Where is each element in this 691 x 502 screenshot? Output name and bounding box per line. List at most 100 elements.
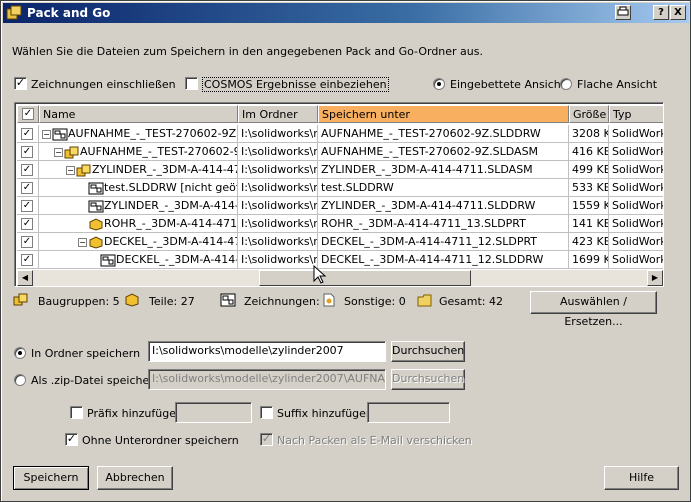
scroll-right-icon[interactable]: ▶ xyxy=(647,270,663,286)
file-list-grid[interactable]: ✓ Name Im Ordner Speichern unter Größe T… xyxy=(14,102,664,287)
row-checkbox[interactable]: ✓ xyxy=(21,218,33,230)
scroll-thumb[interactable] xyxy=(259,270,471,286)
row-type: SolidWorks xyxy=(612,145,663,158)
row-checkbox[interactable]: ✓ xyxy=(21,164,33,176)
nested-view-radio[interactable] xyxy=(433,78,445,90)
intro-text: Wählen Sie die Dateien zum Speichern in … xyxy=(12,45,483,58)
help-button[interactable]: Hilfe xyxy=(604,466,679,490)
cancel-button[interactable]: Abbrechen xyxy=(97,466,173,490)
header-type[interactable]: Typ xyxy=(609,105,663,123)
row-name-cell[interactable]: ROHR_-_3DM-A-414-4711_13.SLDPRT xyxy=(39,215,238,233)
flat-view-radio[interactable] xyxy=(560,78,572,90)
row-folder: I:\solidworks\m xyxy=(238,143,318,161)
row-save-as[interactable]: ZYLINDER_-_3DM-A-414-4711.SLDDRW xyxy=(318,197,569,215)
collapse-icon[interactable]: − xyxy=(42,129,51,139)
table-row[interactable]: ✓− AUFNAHME_-_TEST-270602-9Z.SLDDRWI:\sol… xyxy=(17,125,663,143)
row-save-as[interactable]: ZYLINDER_-_3DM-A-414-4711.SLDASM xyxy=(318,161,569,179)
header-select-all[interactable]: ✓ xyxy=(17,105,39,123)
row-name-cell[interactable]: − AUFNAHME_-_TEST-270602-9Z.SLDASM xyxy=(39,143,238,161)
row-save-as[interactable]: DECKEL_-_3DM-A-414-4711_12.SLDPRT xyxy=(318,233,569,251)
table-row[interactable]: ✓ ROHR_-_3DM-A-414-4711_13.SLDPRTI:\solid… xyxy=(17,215,663,233)
row-save-as[interactable]: test.SLDDRW xyxy=(318,179,569,197)
row-name-cell[interactable]: test.SLDDRW [nicht geöffnet] xyxy=(39,179,238,197)
prefix-checkbox[interactable] xyxy=(70,406,83,419)
window-title: Pack and Go xyxy=(27,6,111,20)
row-folder: I:\solidworks\m xyxy=(238,251,318,269)
table-row[interactable]: ✓ DECKEL_-_3DM-A-414-4711_12.SLDDRWI:\sol… xyxy=(17,251,663,269)
row-checkbox[interactable]: ✓ xyxy=(21,128,33,140)
row-size: 3208 K xyxy=(569,125,609,143)
suffix-checkbox[interactable] xyxy=(260,406,273,419)
collapse-icon[interactable]: − xyxy=(54,147,63,157)
row-check-cell: ✓ xyxy=(17,179,39,197)
row-name-cell[interactable]: − ZYLINDER_-_3DM-A-414-4711.SLDASM xyxy=(39,161,238,179)
row-type: SolidWorks xyxy=(612,217,663,230)
browse-zip-button[interactable]: Durchsuchen xyxy=(391,369,465,390)
table-row[interactable]: ✓ − ZYLINDER_-_3DM-A-414-4711.SLDASMI:\sol… xyxy=(17,161,663,179)
save-to-folder-radio[interactable] xyxy=(14,347,26,359)
row-folder: I:\solidworks\m xyxy=(238,215,318,233)
row-size: 141 KB xyxy=(569,215,609,233)
row-folder: I:\solidworks\m xyxy=(238,125,318,143)
row-type: SolidWorks xyxy=(612,163,663,176)
help-title-button[interactable]: ? xyxy=(653,5,669,20)
table-row[interactable]: ✓ − DECKEL_-_3DM-A-414-4711_12.SLDPRTI:\so… xyxy=(17,233,663,251)
row-checkbox[interactable]: ✓ xyxy=(21,200,33,212)
include-cosmos-checkbox[interactable] xyxy=(185,77,198,90)
assembly-icon xyxy=(13,293,28,306)
row-check-cell: ✓ xyxy=(17,143,39,161)
collapse-icon[interactable]: − xyxy=(66,165,75,175)
row-name-cell[interactable]: − DECKEL_-_3DM-A-414-4711_12.SLDPRT xyxy=(39,233,238,251)
table-row[interactable]: ✓ test.SLDDRW [nicht geöffnet]I:\solidwor… xyxy=(17,179,663,197)
row-name-cell[interactable]: ZYLINDER_-_3DM-A-414-4711.SLDDRW xyxy=(39,197,238,215)
horizontal-scrollbar[interactable]: ◀ ▶ xyxy=(17,270,663,286)
mouse-cursor-icon xyxy=(313,265,327,284)
browse-folder-button[interactable]: Durchsuchen xyxy=(391,341,465,362)
row-name-cell[interactable]: DECKEL_-_3DM-A-414-4711_12.SLDDRW xyxy=(39,251,238,269)
header-size[interactable]: Größe xyxy=(569,105,609,123)
save-as-zip-radio[interactable] xyxy=(14,374,26,386)
other-count: Sonstige: 0 xyxy=(344,295,406,308)
table-row[interactable]: ✓ ZYLINDER_-_3DM-A-414-4711.SLDDRWI:\soli… xyxy=(17,197,663,215)
row-save-as[interactable]: ROHR_-_3DM-A-414-4711_13.SLDPRT xyxy=(318,215,569,233)
row-check-cell: ✓ xyxy=(17,161,39,179)
row-save-as[interactable]: DECKEL_-_3DM-A-414-4711_12.SLDDRW xyxy=(318,251,569,269)
row-name: test.SLDDRW [nicht geöffnet] xyxy=(104,181,238,194)
pack-and-go-dialog: Pack and Go ? X Wählen Sie die Dateien z… xyxy=(0,0,691,502)
scroll-left-icon[interactable]: ◀ xyxy=(17,270,33,286)
print-icon[interactable] xyxy=(615,5,631,20)
row-save-as[interactable]: AUFNAHME_-_TEST-270602-9Z.SLDDRW xyxy=(318,125,569,143)
collapse-icon[interactable]: − xyxy=(78,237,87,247)
row-checkbox[interactable]: ✓ xyxy=(21,254,33,266)
zip-path-input[interactable]: I:\solidworks\modelle\zylinder2007\AUFNA… xyxy=(148,369,386,390)
prt-file-icon xyxy=(88,235,104,249)
select-all-checkbox[interactable]: ✓ xyxy=(22,108,34,120)
include-drawings-checkbox[interactable]: ✓ xyxy=(14,77,27,90)
close-button[interactable]: X xyxy=(670,5,686,20)
header-name[interactable]: Name xyxy=(39,105,238,123)
no-subfolders-checkbox[interactable]: ✓ xyxy=(65,433,78,446)
row-size: 499 KB xyxy=(569,161,609,179)
row-checkbox[interactable]: ✓ xyxy=(21,236,33,248)
row-save-as[interactable]: AUFNAHME_-_TEST-270602-9Z.SLDASM xyxy=(318,143,569,161)
row-name: AUFNAHME_-_TEST-270602-9Z.SLDASM xyxy=(80,145,238,158)
row-type: SolidWorks xyxy=(612,253,663,266)
row-checkbox[interactable]: ✓ xyxy=(21,182,33,194)
row-size: 423 KB xyxy=(569,233,609,251)
row-size: 416 KB xyxy=(569,143,609,161)
email-label: Nach Packen als E-Mail verschicken xyxy=(277,434,472,447)
select-replace-button[interactable]: Auswählen / Ersetzen... xyxy=(530,291,657,328)
row-checkbox[interactable]: ✓ xyxy=(21,146,33,158)
row-name-cell[interactable]: − AUFNAHME_-_TEST-270602-9Z.SLDDRW xyxy=(39,125,238,143)
table-row[interactable]: ✓ − AUFNAHME_-_TEST-270602-9Z.SLDASMI:\sol… xyxy=(17,143,663,161)
suffix-input[interactable] xyxy=(367,402,450,423)
header-folder[interactable]: Im Ordner xyxy=(238,105,318,123)
vertical-scrollbar[interactable] xyxy=(663,105,664,270)
prefix-input[interactable] xyxy=(175,402,252,423)
folder-path-input[interactable]: I:\solidworks\modelle\zylinder2007 xyxy=(148,341,386,362)
header-save-as[interactable]: Speichern unter xyxy=(318,105,569,123)
email-checkbox[interactable]: ✓ xyxy=(260,433,273,446)
save-button[interactable]: Speichern xyxy=(13,466,89,490)
row-name: AUFNAHME_-_TEST-270602-9Z.SLDDRW xyxy=(68,127,237,140)
flat-view-label: Flache Ansicht xyxy=(577,78,658,91)
